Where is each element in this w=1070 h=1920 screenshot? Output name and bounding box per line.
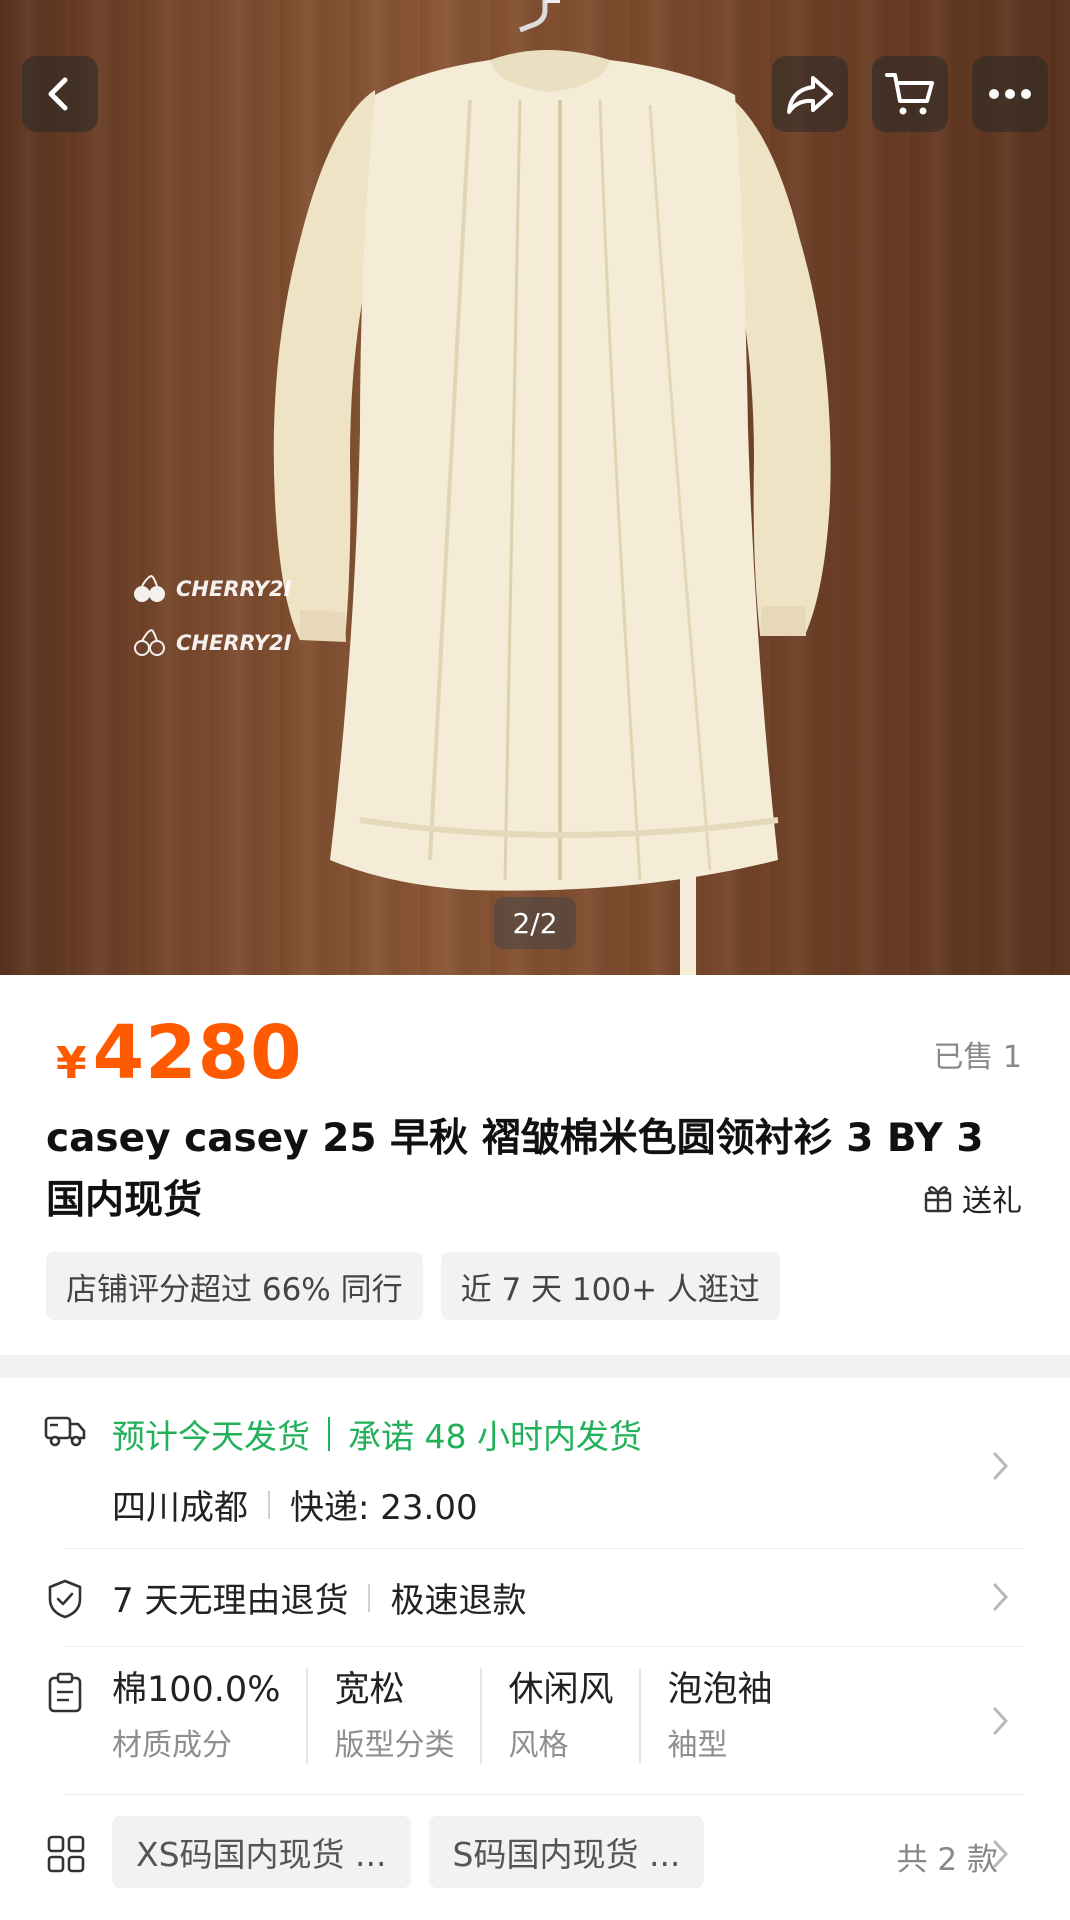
- back-button[interactable]: [22, 56, 98, 132]
- separator: [328, 1417, 330, 1451]
- grid-icon: [47, 1835, 85, 1873]
- highlight-chips: 店铺评分超过 66% 同行 近 7 天 100+ 人逛过: [46, 1252, 780, 1320]
- chevron-right-icon: [993, 1707, 1009, 1735]
- fast-refund: 极速退款: [390, 1581, 527, 1621]
- gift-icon: [924, 1186, 952, 1213]
- attr-key: 袖型: [667, 1728, 728, 1763]
- cart-button[interactable]: [872, 56, 948, 132]
- more-icon: [989, 89, 1031, 99]
- chip-shop-rating: 店铺评分超过 66% 同行: [46, 1252, 423, 1320]
- sold-count: 已售 1: [933, 1040, 1022, 1075]
- gift-button[interactable]: 送礼: [922, 1176, 1022, 1220]
- price: ¥ 4280: [56, 1010, 303, 1096]
- attr-value: 宽松: [334, 1670, 405, 1710]
- clipboard-icon: [48, 1672, 82, 1713]
- attr-sleeve: 泡泡袖 袖型: [667, 1668, 798, 1764]
- attribute-list: 棉100.0% 材质成分 宽松 版型分类 休闲风 风格 泡泡袖 袖型: [112, 1668, 825, 1764]
- cherry-icon: [134, 575, 165, 602]
- sku-option-xs[interactable]: XS码国内现货 ...: [112, 1816, 411, 1888]
- ship-fee: 快递: 23.00: [290, 1488, 478, 1528]
- product-title: casey casey 25 早秋 褶皱棉米色圆领衬衫 3 BY 3 国内现货: [46, 1116, 984, 1223]
- chevron-right-icon: [993, 1452, 1009, 1480]
- attr-style: 休闲风 风格: [508, 1668, 642, 1764]
- watermark-2: CHERRY2I: [132, 628, 291, 658]
- back-icon: [48, 77, 68, 111]
- gift-label: 送礼: [962, 1184, 1022, 1219]
- price-value: 4280: [92, 1010, 303, 1096]
- sku-option-s[interactable]: S码国内现货 ...: [428, 1816, 705, 1888]
- cart-icon: [885, 73, 934, 115]
- chevron-right-icon: [993, 1583, 1009, 1611]
- shipping-promise: 预计今天发货 承诺 48 小时内发货: [112, 1410, 642, 1458]
- image-counter: 2/2: [494, 897, 576, 949]
- separator: [368, 1583, 371, 1612]
- shield-check-icon: [48, 1579, 82, 1619]
- return-days: 7 天无理由退货: [112, 1581, 349, 1621]
- truck-icon: [44, 1416, 86, 1447]
- product-photo: [273, 0, 831, 975]
- ship-location: 四川成都: [112, 1488, 248, 1528]
- attr-material: 棉100.0% 材质成分: [112, 1668, 309, 1764]
- ship-48h: 承诺 48 小时内发货: [348, 1417, 642, 1456]
- shipping-details: 四川成都 快递: 23.00: [112, 1480, 478, 1529]
- watermark-1: CHERRY2I: [132, 574, 291, 604]
- watermark-text: CHERRY2I: [176, 631, 292, 655]
- ship-today: 预计今天发货: [112, 1417, 310, 1456]
- sku-total[interactable]: 共 2 款: [897, 1834, 998, 1879]
- attr-fit: 宽松 版型分类: [334, 1668, 483, 1764]
- currency-symbol: ¥: [56, 1038, 87, 1089]
- cherry-icon: [134, 629, 165, 656]
- more-button[interactable]: [972, 56, 1048, 132]
- divider: [64, 1548, 1024, 1549]
- attr-value: 泡泡袖: [667, 1670, 773, 1710]
- attr-key: 材质成分: [112, 1728, 232, 1763]
- share-icon: [787, 76, 833, 114]
- divider: [64, 1646, 1024, 1647]
- watermark-text: CHERRY2I: [176, 577, 292, 601]
- attr-value: 棉100.0%: [112, 1670, 281, 1710]
- separator: [268, 1490, 270, 1519]
- attr-value: 休闲风: [508, 1670, 614, 1710]
- attr-key: 版型分类: [334, 1728, 455, 1763]
- share-button[interactable]: [772, 56, 848, 132]
- product-image-gallery[interactable]: CHERRY2I CHERRY2I 2/2: [0, 0, 1070, 975]
- attr-key: 风格: [508, 1728, 569, 1763]
- sku-options: XS码国内现货 ... S码国内现货 ...: [112, 1816, 705, 1888]
- return-policy: 7 天无理由退货 极速退款: [112, 1573, 526, 1622]
- chevron-right-icon: [993, 1840, 1009, 1868]
- chip-visitors: 近 7 天 100+ 人逛过: [440, 1252, 780, 1320]
- divider: [64, 1794, 1024, 1795]
